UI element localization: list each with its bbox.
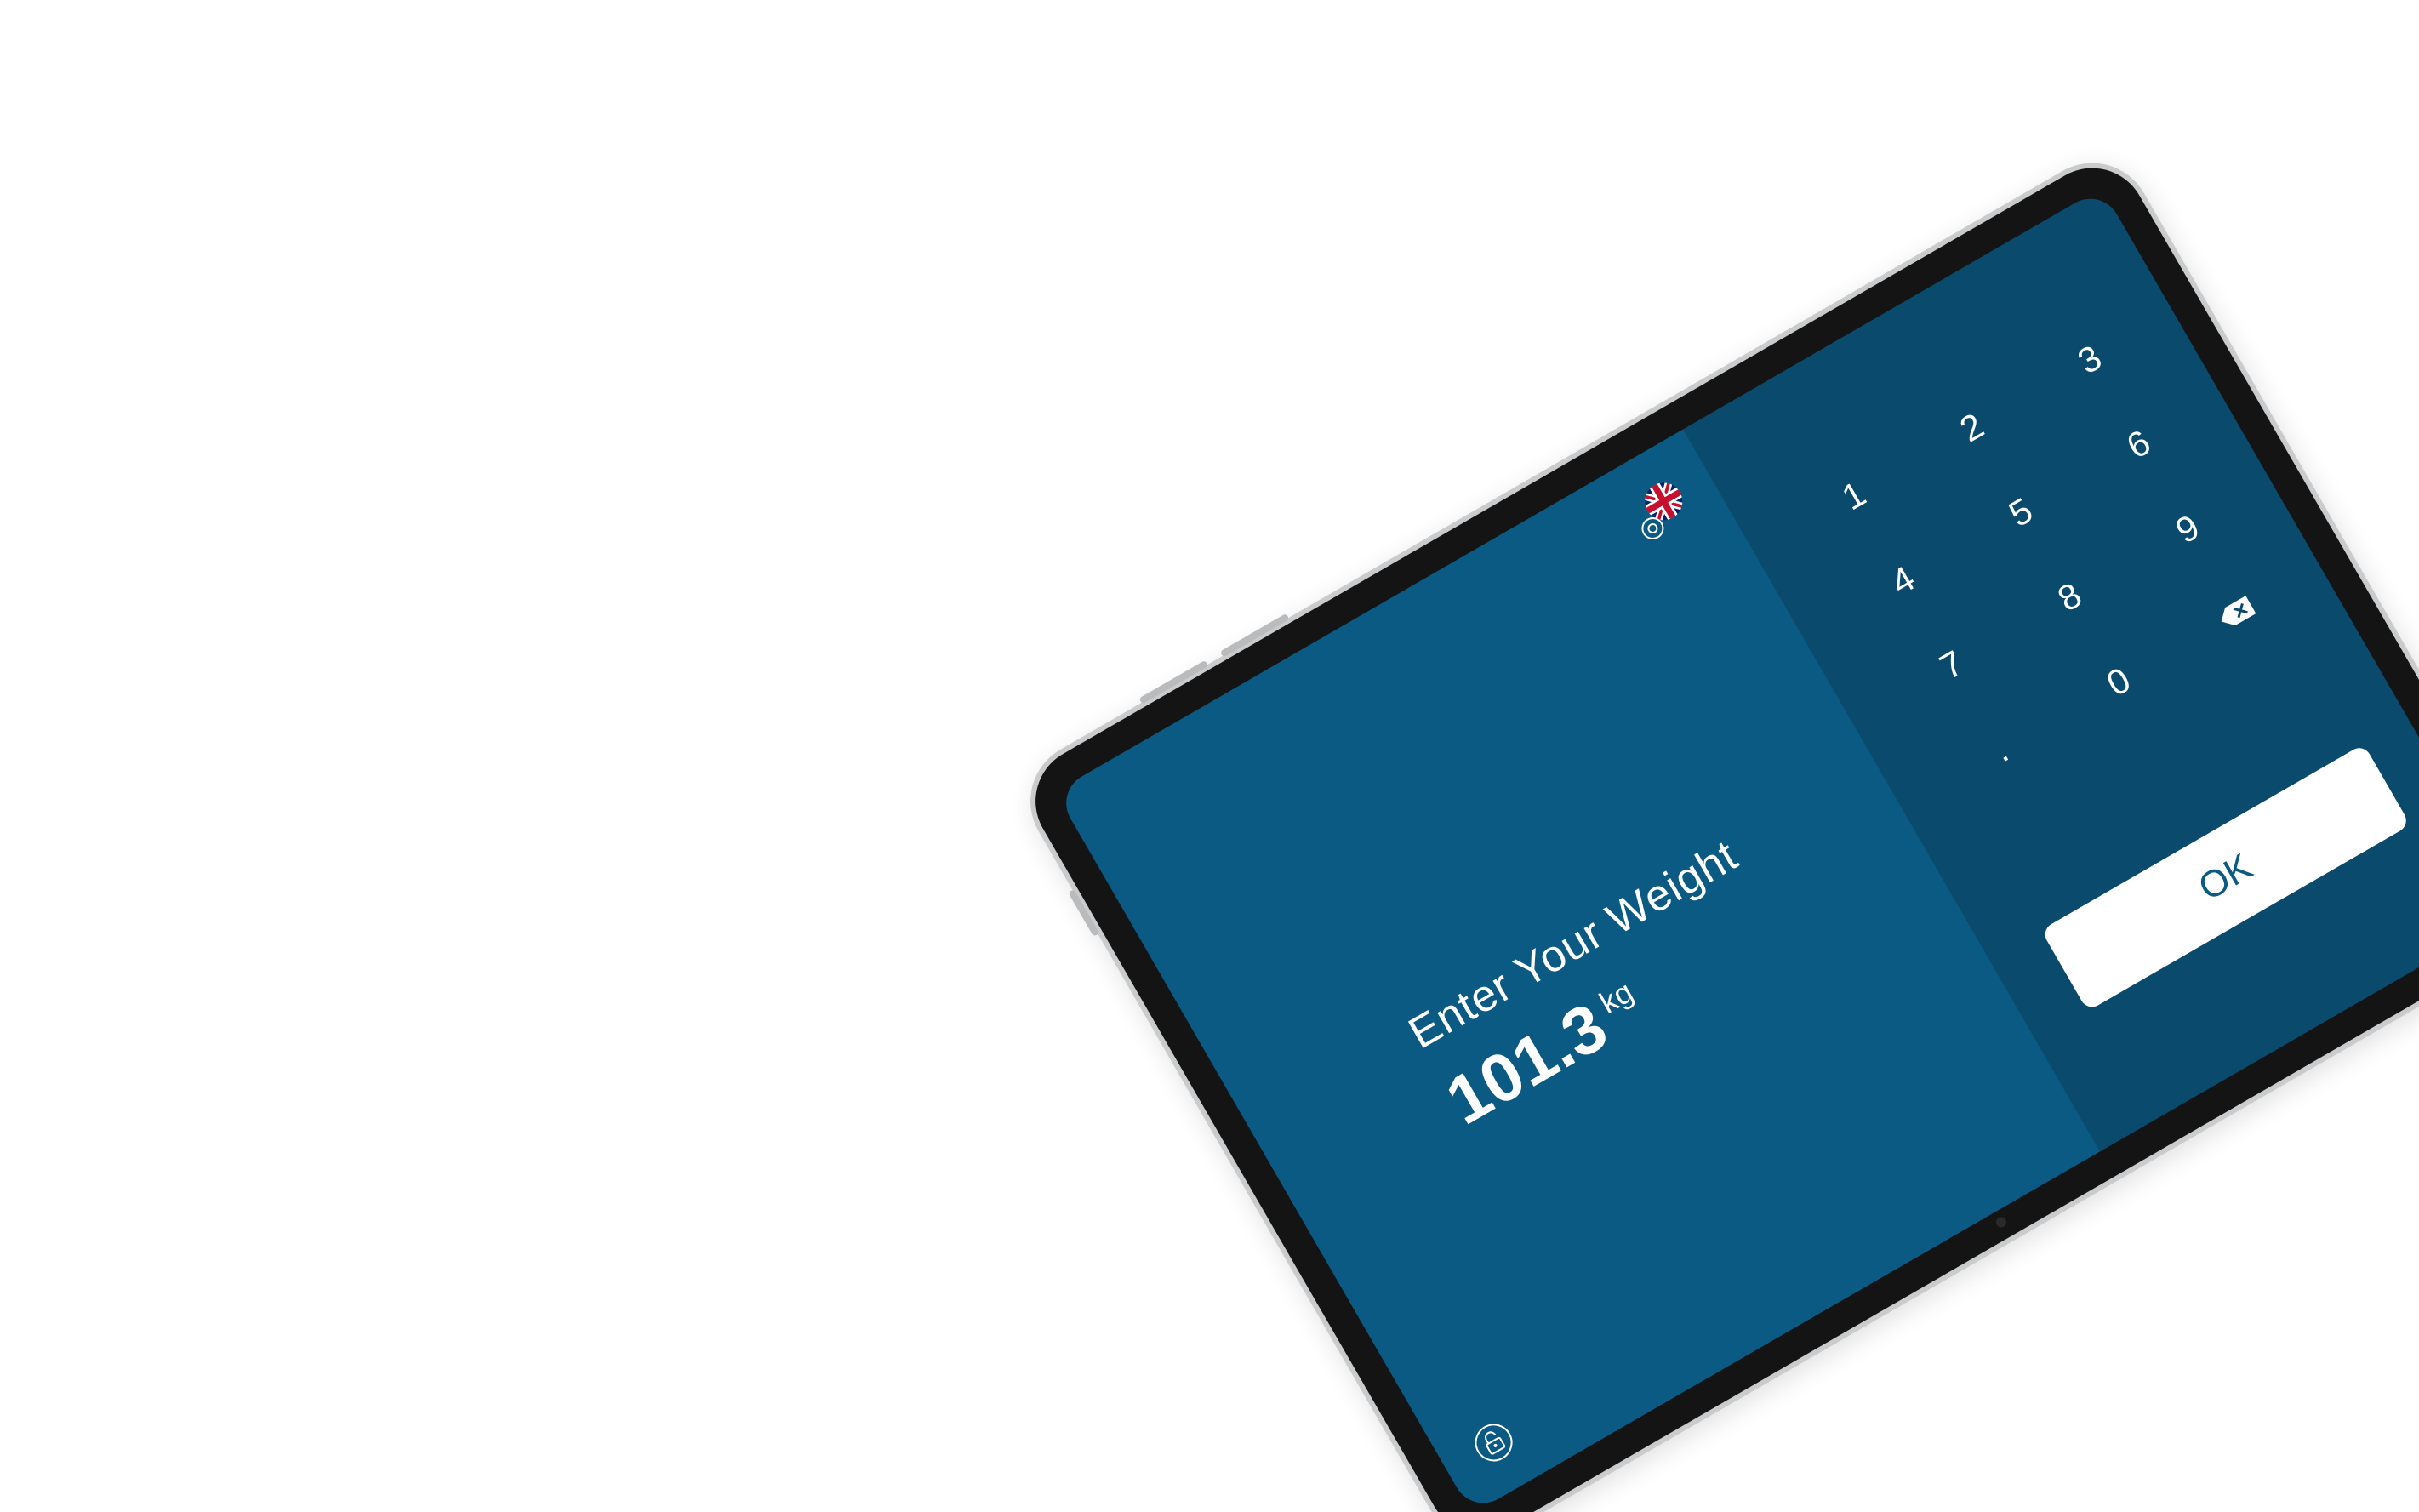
app-screen: Enter Your Weight 101.3 kg 1 2 3 4 5 6 7… — [1055, 187, 2419, 1512]
tablet-bezel: Enter Your Weight 101.3 kg 1 2 3 4 5 6 7… — [1015, 148, 2419, 1512]
ok-button[interactable]: OK — [2040, 744, 2410, 1012]
lock-icon[interactable] — [1466, 1415, 1522, 1471]
stage: Enter Your Weight 101.3 kg 1 2 3 4 5 6 7… — [0, 0, 2419, 1512]
weight-unit: kg — [1593, 973, 1640, 1021]
tablet-device: Enter Your Weight 101.3 kg 1 2 3 4 5 6 7… — [1008, 141, 2419, 1512]
weight-display: Enter Your Weight 101.3 kg — [1401, 830, 1794, 1140]
backspace-icon — [2210, 586, 2262, 641]
lock-icon-graphic — [1475, 1424, 1513, 1462]
camera-dot — [1994, 1215, 2009, 1230]
backspace-icon-graphic — [2221, 595, 2256, 625]
